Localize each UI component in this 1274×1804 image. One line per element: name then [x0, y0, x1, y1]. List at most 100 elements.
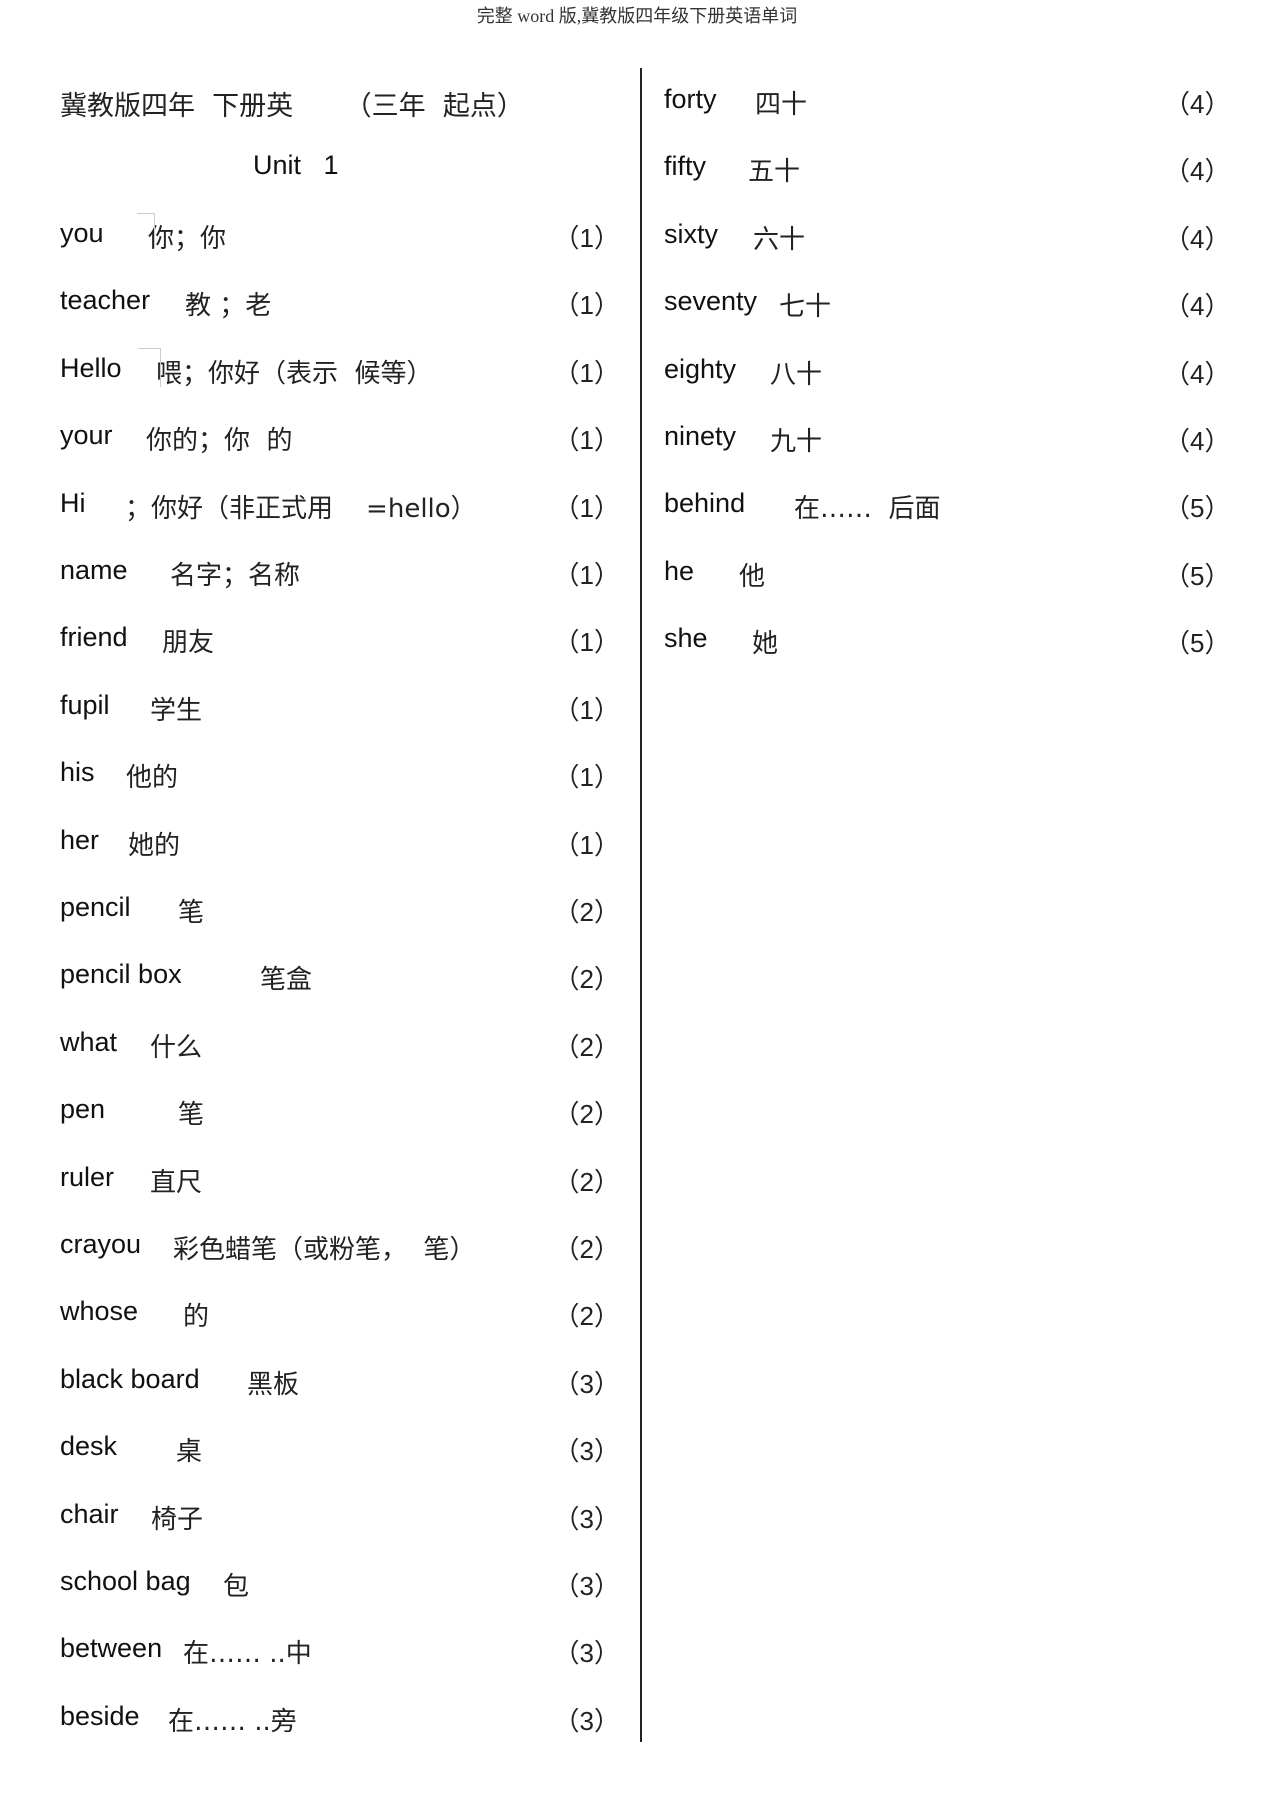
chinese-meaning: ；你好（非正式用 =hello） — [125, 493, 477, 524]
vocab-row: he 他 （5） — [664, 555, 1230, 596]
chinese-meaning: 你；你 — [148, 224, 227, 254]
chinese-meaning: 在…… ..中 — [183, 1639, 312, 1670]
vocab-row: sixty 六十 （4） — [664, 218, 1230, 259]
chinese-meaning: 九十 — [770, 427, 823, 457]
lesson-number: （1） — [553, 627, 620, 658]
english-word: you — [60, 218, 104, 248]
vocab-row: black board 黑板 （3） — [60, 1364, 620, 1404]
vocab-row: eighty 八十 （4） — [664, 353, 1230, 394]
chinese-meaning: 喂；你好（表示 候等） — [156, 358, 433, 389]
chinese-meaning: 他的 — [126, 763, 179, 794]
english-word: crayou — [60, 1229, 142, 1259]
lesson-number: （2） — [553, 1166, 620, 1197]
chinese-meaning: 椅子 — [151, 1504, 204, 1535]
english-word: behind — [664, 488, 746, 519]
vocab-row: teacher 教 ；老 （1） — [60, 285, 620, 325]
english-word: desk — [60, 1431, 118, 1462]
chinese-meaning: 彩色蜡笔（或粉笔， 笔） — [173, 1235, 476, 1265]
lesson-number: （2） — [553, 964, 620, 995]
vocab-row: pencil box 笔盒 （2） — [60, 959, 620, 999]
chinese-meaning: 七十 — [779, 292, 832, 323]
lesson-number: （4） — [1164, 156, 1231, 187]
vocab-row: pen 笔 （2） — [60, 1094, 620, 1134]
chinese-meaning: 学生 — [150, 695, 203, 726]
lesson-number: （3） — [553, 1436, 620, 1467]
vocab-row: school bag 包 （3） — [60, 1566, 620, 1606]
chinese-meaning: 五十 — [748, 157, 801, 188]
vocab-row: ninety 九十 （4） — [664, 421, 1230, 461]
vocab-row: fifty 五十 （4） — [664, 151, 1230, 191]
chinese-meaning: 他 — [739, 561, 766, 592]
lesson-number: （1） — [553, 223, 620, 253]
chinese-meaning: 在…… ..旁 — [168, 1706, 297, 1737]
english-word: ruler — [60, 1161, 115, 1192]
english-word: chair — [60, 1498, 119, 1529]
vocab-row: your 你的；你 的 （1） — [60, 420, 620, 460]
vocab-row: chair 椅子 （3） — [60, 1499, 620, 1539]
vocab-row: beside 在…… ..旁 （3） — [60, 1701, 620, 1741]
english-word: his — [60, 757, 95, 788]
page-header: 完整 word 版,冀教版四年级下册英语单词 — [476, 6, 798, 26]
english-word: he — [664, 555, 695, 586]
english-word: she — [664, 623, 708, 654]
lesson-number: （2） — [553, 1234, 620, 1264]
column-divider — [640, 68, 642, 1742]
vocab-row: her 她的 （1） — [60, 825, 620, 865]
english-word: whose — [60, 1296, 139, 1327]
vocab-row: his 他的 （1） — [60, 757, 620, 797]
chinese-meaning: 她 — [752, 629, 779, 660]
vocab-row: forty 四十 （4） — [664, 84, 1230, 124]
english-word: beside — [60, 1700, 140, 1731]
english-word: sixty — [664, 218, 718, 249]
vocab-row: what 什么 （2） — [60, 1027, 620, 1067]
chinese-meaning: 笔 — [178, 898, 205, 928]
chinese-meaning: 的 — [183, 1302, 210, 1333]
lesson-number: （4） — [1164, 358, 1231, 389]
document-title: 冀教版四年 下册英 （三年 起点） — [60, 91, 524, 122]
lesson-number: （1） — [553, 290, 620, 321]
english-word: between — [60, 1633, 163, 1664]
english-word: fupil — [60, 689, 110, 720]
chinese-meaning: 什么 — [150, 1032, 203, 1063]
chinese-meaning: 笔 — [178, 1100, 205, 1131]
english-word: pencil box — [60, 959, 182, 990]
vocab-row: behind 在…… 后面 （5） — [664, 488, 1230, 528]
vocab-row: whose 的 （2） — [60, 1296, 620, 1336]
vocab-row: desk 桌 （3） — [60, 1431, 620, 1471]
lesson-number: （4） — [1164, 291, 1231, 322]
vocab-row: friend 朋友 （1） — [60, 622, 620, 662]
english-word: her — [60, 824, 100, 855]
english-word: forty — [664, 84, 717, 114]
lesson-number: （4） — [1164, 223, 1231, 254]
english-word: black board — [60, 1363, 200, 1394]
chinese-meaning: 包 — [223, 1572, 250, 1602]
chinese-meaning: 在…… 后面 — [794, 494, 941, 525]
lesson-number: （5） — [1164, 493, 1231, 524]
english-word: eighty — [664, 353, 737, 384]
english-word: pencil — [60, 892, 131, 922]
english-word: name — [60, 555, 128, 585]
chinese-meaning: 直尺 — [150, 1167, 203, 1198]
lesson-number: （5） — [1164, 628, 1231, 659]
english-word: school bag — [60, 1566, 191, 1596]
lesson-number: （1） — [553, 829, 620, 860]
english-word: seventy — [664, 286, 758, 317]
english-word: ninety — [664, 421, 737, 451]
lesson-number: （4） — [1164, 426, 1231, 456]
vocab-row: ruler 直尺 （2） — [60, 1162, 620, 1202]
lesson-number: （1） — [553, 694, 620, 725]
chinese-meaning: 八十 — [770, 359, 823, 390]
text-cursor-mark — [138, 348, 161, 387]
chinese-meaning: 朋友 — [162, 628, 215, 659]
chinese-meaning: 教 ；老 — [185, 291, 272, 322]
lesson-number: （1） — [553, 560, 620, 590]
english-word: fifty — [664, 151, 707, 182]
unit-heading: Unit 1 — [253, 150, 339, 180]
vocab-row: between 在…… ..中 （3） — [60, 1633, 620, 1673]
lesson-number: （2） — [553, 1031, 620, 1062]
chinese-meaning: 她的 — [128, 830, 181, 861]
english-word: Hello — [60, 352, 122, 383]
lesson-number: （2） — [553, 897, 620, 927]
lesson-number: （4） — [1164, 89, 1231, 119]
lesson-number: （1） — [553, 762, 620, 793]
